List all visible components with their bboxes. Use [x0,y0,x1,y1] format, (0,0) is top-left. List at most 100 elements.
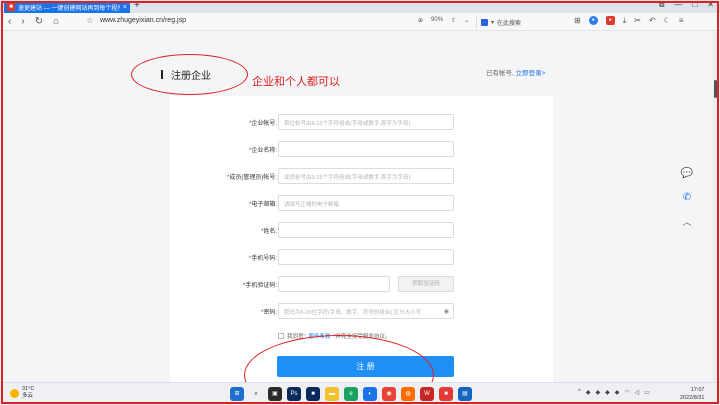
chevron-up-icon[interactable]: ^ [578,389,581,396]
taskbar-apps: ⊞ ⌕ ▣ Ps ■ ▬ e ◐ ◉ ◍ W ■ ▤ [230,387,472,401]
name-input[interactable] [278,222,454,238]
field-label: *手机号码: [248,256,277,262]
company-name-input[interactable] [278,141,454,157]
phone-icon[interactable]: ✆ [675,185,699,209]
download-icon[interactable]: ⤓ [623,16,627,26]
night-mode-icon[interactable]: ☾ [664,16,671,26]
password-input[interactable]: 密码为6-20位字符(字母、数字、符号的组合),区分大小写 ◉ [278,303,454,319]
page-title-text: 注册企业 [171,71,211,82]
search-box[interactable]: ▾ 在此搜索 [476,16,564,28]
scrollbar-thumb[interactable] [714,80,717,98]
menu-icon[interactable]: ≡ [679,16,684,26]
reload-icon[interactable]: ↻ [35,16,43,27]
tray-app-icon[interactable]: ◆ [586,389,591,396]
file-explorer-icon[interactable]: ▬ [325,387,339,401]
start-icon[interactable]: ⊞ [230,387,244,401]
login-link[interactable]: 立即登录> [516,70,546,77]
tray-app-icon[interactable]: ◆ [615,389,620,396]
page-content: 注册企业 企业和个人都可以 已有帐号, 立即登录> *企业帐号: 首位帐号由6-… [0,31,720,405]
tray-app-icon[interactable]: ◆ [595,389,600,396]
eye-icon[interactable]: ◉ [444,308,449,315]
annotation-note: 企业和个人都可以 [252,76,340,88]
extension-icon[interactable]: ● [605,16,615,25]
back-icon[interactable]: ‹ [8,16,11,27]
back-to-top-icon[interactable]: ︿ [675,209,699,233]
site-favicon-icon: ■ [7,3,15,11]
restore-icon[interactable]: ⧉ [659,0,665,10]
close-window-icon[interactable]: ✕ [707,0,714,10]
field-label: *密码: [260,310,277,316]
zoom-group: ⊕ 90% ⇪ ⌄ [418,17,469,24]
sms-code-input[interactable] [278,276,390,292]
time: 17:07 [690,387,705,393]
field-label: *成员(管理员)帐号: [226,175,277,181]
minimize-icon[interactable]: — [674,0,682,10]
share-icon[interactable]: ⇪ [451,17,456,24]
title-bar-marker [161,70,163,79]
wechat-icon[interactable]: 💬 [675,161,699,185]
tray-app-icon[interactable]: ◆ [605,389,610,396]
task-view-icon[interactable]: ▣ [268,387,282,401]
volume-icon[interactable]: ◁ [635,389,640,396]
search-placeholder: 在此搜索 [497,20,522,27]
page-title: 注册企业 [161,67,211,82]
chevron-down-icon[interactable]: ▾ [491,19,494,26]
app-icon[interactable]: ■ [439,387,453,401]
form-row-email: *电子邮箱: 请填写正确的电子邮箱 [170,195,553,211]
new-tab-button[interactable]: + [134,0,140,11]
nav-buttons: ‹ › ↻ ⌂ [0,16,59,27]
battery-icon[interactable]: ▭ [644,389,650,396]
app-icon[interactable]: ■ [306,387,320,401]
url-field[interactable]: www.zhugeyixian.cn/reg.jsp [100,17,186,24]
cut-icon[interactable]: ✂ [634,16,641,26]
floating-sidebar: 💬 ✆ ︿ [675,161,699,233]
apps-grid-icon[interactable]: ⊞ [574,16,581,26]
home-icon[interactable]: ⌂ [53,16,59,27]
notes-icon[interactable]: ▤ [458,387,472,401]
wifi-icon[interactable]: ◠ [624,389,629,396]
tab-title: 速更建站 — 一键创建网站再到每个程序 [18,5,120,12]
system-tray: ^ ◆ ◆ ◆ ◆ ◠ ◁ ▭ [578,389,650,396]
window-controls: ⧉ — □ ✕ [659,0,714,10]
phone-input[interactable] [278,249,454,265]
edge-icon[interactable]: ◐ [363,387,377,401]
forward-icon[interactable]: › [21,16,24,27]
firefox-icon[interactable]: ◍ [401,387,415,401]
weather-widget[interactable]: 31°C 多云 [10,386,34,400]
search-icon[interactable]: ⌕ [249,387,263,401]
tab-close-icon[interactable]: × [123,4,127,11]
photoshop-icon[interactable]: Ps [287,387,301,401]
date: 2022/8/31 [680,395,705,401]
email-field[interactable]: 请填写正确的电子邮箱 [278,195,454,211]
field-label: *姓名: [260,229,277,235]
clock[interactable]: 17:07 2022/8/31 [680,386,704,402]
taskbar: 31°C 多云 ⊞ ⌕ ▣ Ps ■ ▬ e ◐ ◉ ◍ W ■ ▤ ^ ◆ ◆… [0,382,720,405]
browser-icon[interactable]: e [344,387,358,401]
form-row-sms-code: *手机验证码: 获取验证码 [170,276,553,292]
company-account-input[interactable]: 首位帐号由6-15个字符组成(字母或数字,首字为字母) [278,114,454,130]
login-prompt-text: 已有帐号, [486,70,514,77]
form-row-company-account: *企业帐号: 首位帐号由6-15个字符组成(字母或数字,首字为字母) [170,114,553,130]
zoom-icon[interactable]: ⊕ [418,17,423,24]
form-row-admin-account: *成员(管理员)帐号: 成员帐号由3-15个字符组成(字母或数字,首字为字母) [170,168,553,184]
search-engine-icon[interactable] [481,18,488,26]
browser-tab[interactable]: ■ 速更建站 — 一键创建网站再到每个程序 × [4,1,130,13]
wps-icon[interactable]: W [420,387,434,401]
tab-bar: ■ 速更建站 — 一键创建网站再到每个程序 × + ⧉ — □ ✕ [0,0,720,13]
get-code-button[interactable]: 获取验证码 [398,276,454,292]
field-label: *电子邮箱: [248,202,277,208]
field-label: *企业名称: [248,148,277,154]
account-icon[interactable]: ● [588,16,598,25]
zoom-level[interactable]: 90% [431,17,443,24]
agree-checkbox[interactable] [278,333,284,339]
maximize-icon[interactable]: □ [692,0,697,10]
chevron-down-icon[interactable]: ⌄ [464,17,469,24]
chrome-icon[interactable]: ◉ [382,387,396,401]
weather-icon [10,388,19,398]
bookmark-star-icon[interactable]: ☆ [86,16,93,25]
form-row-company-name: *企业名称: [170,141,553,157]
undo-icon[interactable]: ↶ [649,16,656,26]
form-row-phone: *手机号码: [170,249,553,265]
address-bar: ‹ › ↻ ⌂ ☆ www.zhugeyixian.cn/reg.jsp ⊕ 9… [0,13,720,31]
admin-account-input[interactable]: 成员帐号由3-15个字符组成(字母或数字,首字为字母) [278,168,454,184]
